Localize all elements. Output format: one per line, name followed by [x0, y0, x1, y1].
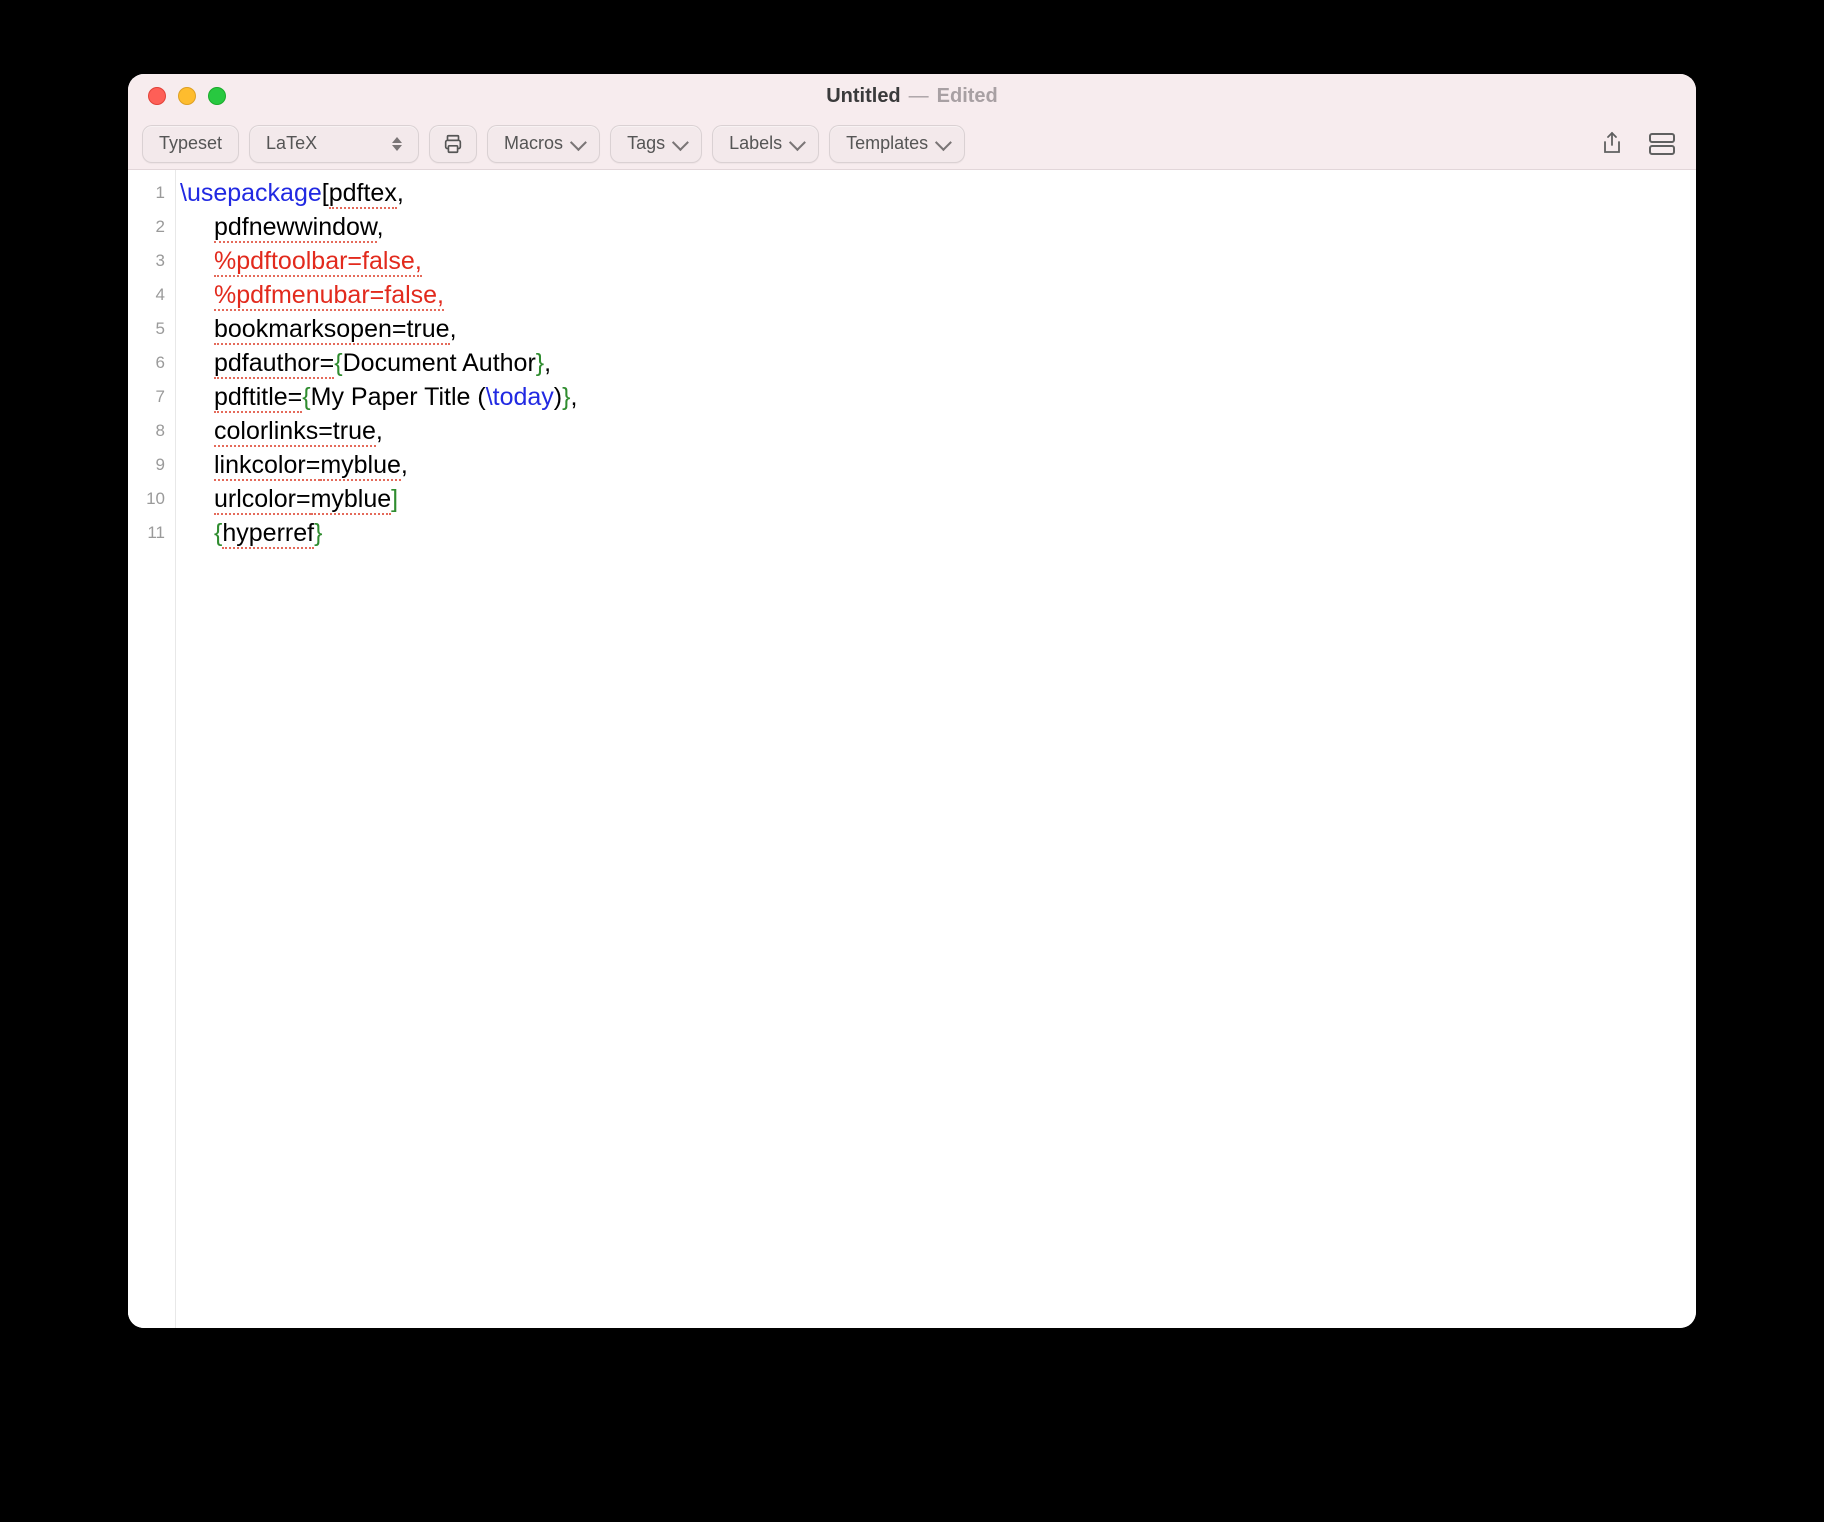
engine-label: LaTeX	[266, 133, 317, 154]
line-gutter: 1 2 3 4 5 6 7 8 9 10 11	[128, 170, 176, 1328]
line-number: 10	[128, 482, 175, 516]
typeset-button[interactable]: Typeset	[142, 125, 239, 163]
macros-label: Macros	[504, 133, 563, 154]
labels-menu[interactable]: Labels	[712, 125, 819, 163]
line-number: 4	[128, 278, 175, 312]
typeset-label: Typeset	[159, 133, 222, 154]
tags-label: Tags	[627, 133, 665, 154]
latex-comment: %pdftoolbar=false,	[214, 247, 422, 277]
macros-menu[interactable]: Macros	[487, 125, 600, 163]
engine-select[interactable]: LaTeX	[249, 125, 419, 163]
latex-comment: %pdfmenubar=false,	[214, 281, 444, 311]
chevron-down-icon	[935, 134, 952, 151]
title-status: Edited	[937, 85, 998, 108]
title-text: Untitled	[826, 85, 900, 108]
labels-label: Labels	[729, 133, 782, 154]
zoom-icon[interactable]	[208, 87, 226, 105]
title-separator: —	[909, 85, 929, 108]
editor-window: Untitled — Edited Typeset LaTeX Macros T…	[128, 74, 1696, 1328]
titlebar: Untitled — Edited	[128, 74, 1696, 118]
line-number: 7	[128, 380, 175, 414]
minimize-icon[interactable]	[178, 87, 196, 105]
split-icon	[1648, 132, 1676, 156]
share-icon	[1600, 131, 1624, 157]
templates-menu[interactable]: Templates	[829, 125, 965, 163]
line-number: 11	[128, 516, 175, 550]
line-number: 3	[128, 244, 175, 278]
print-button[interactable]	[429, 125, 477, 163]
chevron-down-icon	[570, 134, 587, 151]
tags-menu[interactable]: Tags	[610, 125, 702, 163]
line-number: 9	[128, 448, 175, 482]
traffic-lights	[148, 87, 226, 105]
templates-label: Templates	[846, 133, 928, 154]
line-number: 8	[128, 414, 175, 448]
line-number: 1	[128, 176, 175, 210]
close-icon[interactable]	[148, 87, 166, 105]
updown-icon	[392, 137, 402, 151]
chevron-down-icon	[672, 134, 689, 151]
line-number: 5	[128, 312, 175, 346]
chevron-down-icon	[789, 134, 806, 151]
toolbar: Typeset LaTeX Macros Tags Labels Templat…	[128, 118, 1696, 170]
line-number: 2	[128, 210, 175, 244]
editor-area: 1 2 3 4 5 6 7 8 9 10 11 \usepackage[pdft…	[128, 170, 1696, 1328]
line-number: 6	[128, 346, 175, 380]
code-area[interactable]: \usepackage[pdftex, pdfnewwindow, %pdfto…	[176, 170, 1696, 1328]
printer-icon	[442, 133, 464, 155]
window-title: Untitled — Edited	[128, 85, 1696, 108]
latex-command: \usepackage	[180, 179, 322, 207]
split-view-button[interactable]	[1642, 125, 1682, 163]
share-button[interactable]	[1592, 125, 1632, 163]
